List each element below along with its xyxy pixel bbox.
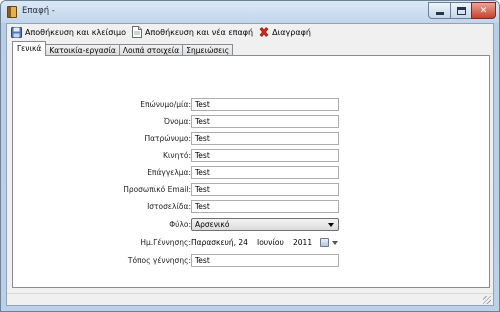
birth-date-year[interactable]: 2011 — [293, 236, 312, 249]
window-client-area: Αποθήκευση και κλείσιμο Αποθήκευση και ν… — [6, 23, 494, 306]
general-tab-page: Επώνυμο/μία: Test Όνομα: Test Πατρώνυμο:… — [12, 55, 490, 288]
website-input[interactable]: Test — [191, 200, 339, 213]
birth-date-picker[interactable]: Παρασκευή, 24 Ιουνίου 2011 — [191, 236, 339, 249]
close-icon: ✕ — [479, 5, 488, 16]
delete-label: Διαγραφή — [272, 27, 311, 37]
birth-date-label: Ημ.Γέννησης: — [140, 238, 191, 247]
maximize-icon — [456, 6, 466, 15]
delete-button[interactable]: Διαγραφή — [258, 25, 314, 39]
minimize-icon — [435, 11, 444, 15]
website-label: Ιστοσελίδα: — [147, 202, 191, 211]
tab-strip: Γενικά Κατοικία-εργασία Λοιπά στοιχεία Σ… — [12, 41, 234, 56]
birth-date-day[interactable]: Παρασκευή, 24 — [191, 236, 248, 249]
new-document-icon — [131, 26, 142, 38]
first-name-row: Όνομα: Test — [13, 115, 491, 128]
window-title: Επαφή - — [22, 6, 55, 16]
surname-row: Επώνυμο/μία: Test — [13, 98, 491, 111]
minimize-button[interactable] — [428, 2, 451, 19]
gender-select[interactable]: Αρσενικό — [191, 218, 339, 231]
website-row: Ιστοσελίδα: Test — [13, 200, 491, 213]
fathers-name-row: Πατρώνυμο: Test — [13, 132, 491, 145]
close-button[interactable]: ✕ — [471, 2, 496, 19]
profession-label: Επάγγελμα: — [147, 168, 191, 177]
gender-row: Φύλο: Αρσενικό — [13, 218, 491, 231]
floppy-disk-icon — [11, 26, 22, 38]
gender-label: Φύλο: — [169, 220, 191, 229]
personal-email-input[interactable]: Test — [191, 183, 339, 196]
title-bar[interactable]: Επαφή - ✕ — [1, 1, 499, 23]
profession-row: Επάγγελμα: Test — [13, 166, 491, 179]
chevron-down-icon[interactable] — [332, 241, 338, 245]
profession-input[interactable]: Test — [191, 166, 339, 179]
birth-place-input[interactable]: Test — [191, 254, 339, 267]
first-name-input[interactable]: Test — [191, 115, 339, 128]
surname-label: Επώνυμο/μία: — [140, 100, 191, 109]
status-bar — [7, 293, 493, 305]
mobile-label: Κινητό: — [162, 151, 191, 160]
personal-email-row: Προσωπικό Email: Test — [13, 183, 491, 196]
save-close-button[interactable]: Αποθήκευση και κλείσιμο — [10, 25, 129, 39]
gender-selected-value: Αρσενικό — [195, 220, 230, 229]
save-new-label: Αποθήκευση και νέα επαφή — [144, 27, 254, 37]
mobile-input[interactable]: Test — [191, 149, 339, 162]
contact-window: Επαφή - ✕ Αποθήκευση και κλείσιμο Αποθήκ… — [0, 0, 500, 312]
tab-general[interactable]: Γενικά — [12, 41, 47, 56]
birth-place-label: Τόπος γέννησης: — [127, 256, 191, 265]
calendar-icon[interactable] — [320, 238, 329, 247]
personal-email-label: Προσωπικό Email: — [123, 185, 191, 194]
save-close-label: Αποθήκευση και κλείσιμο — [25, 27, 126, 37]
first-name-label: Όνομα: — [163, 117, 191, 126]
save-new-button[interactable]: Αποθήκευση και νέα επαφή — [131, 25, 256, 39]
surname-input[interactable]: Test — [191, 98, 339, 111]
resize-grip-icon[interactable] — [483, 296, 491, 304]
mobile-row: Κινητό: Test — [13, 149, 491, 162]
delete-x-icon — [259, 27, 269, 37]
birth-date-row: Ημ.Γέννησης: Παρασκευή, 24 Ιουνίου 2011 — [13, 236, 491, 249]
birth-place-row: Τόπος γέννησης: Test — [13, 254, 491, 267]
fathers-name-label: Πατρώνυμο: — [144, 134, 191, 143]
contact-book-icon — [7, 6, 17, 18]
birth-date-month[interactable]: Ιουνίου — [257, 236, 284, 249]
maximize-button[interactable] — [450, 2, 472, 19]
fathers-name-input[interactable]: Test — [191, 132, 339, 145]
toolbar: Αποθήκευση και κλείσιμο Αποθήκευση και ν… — [7, 24, 493, 40]
chevron-down-icon — [328, 223, 334, 227]
